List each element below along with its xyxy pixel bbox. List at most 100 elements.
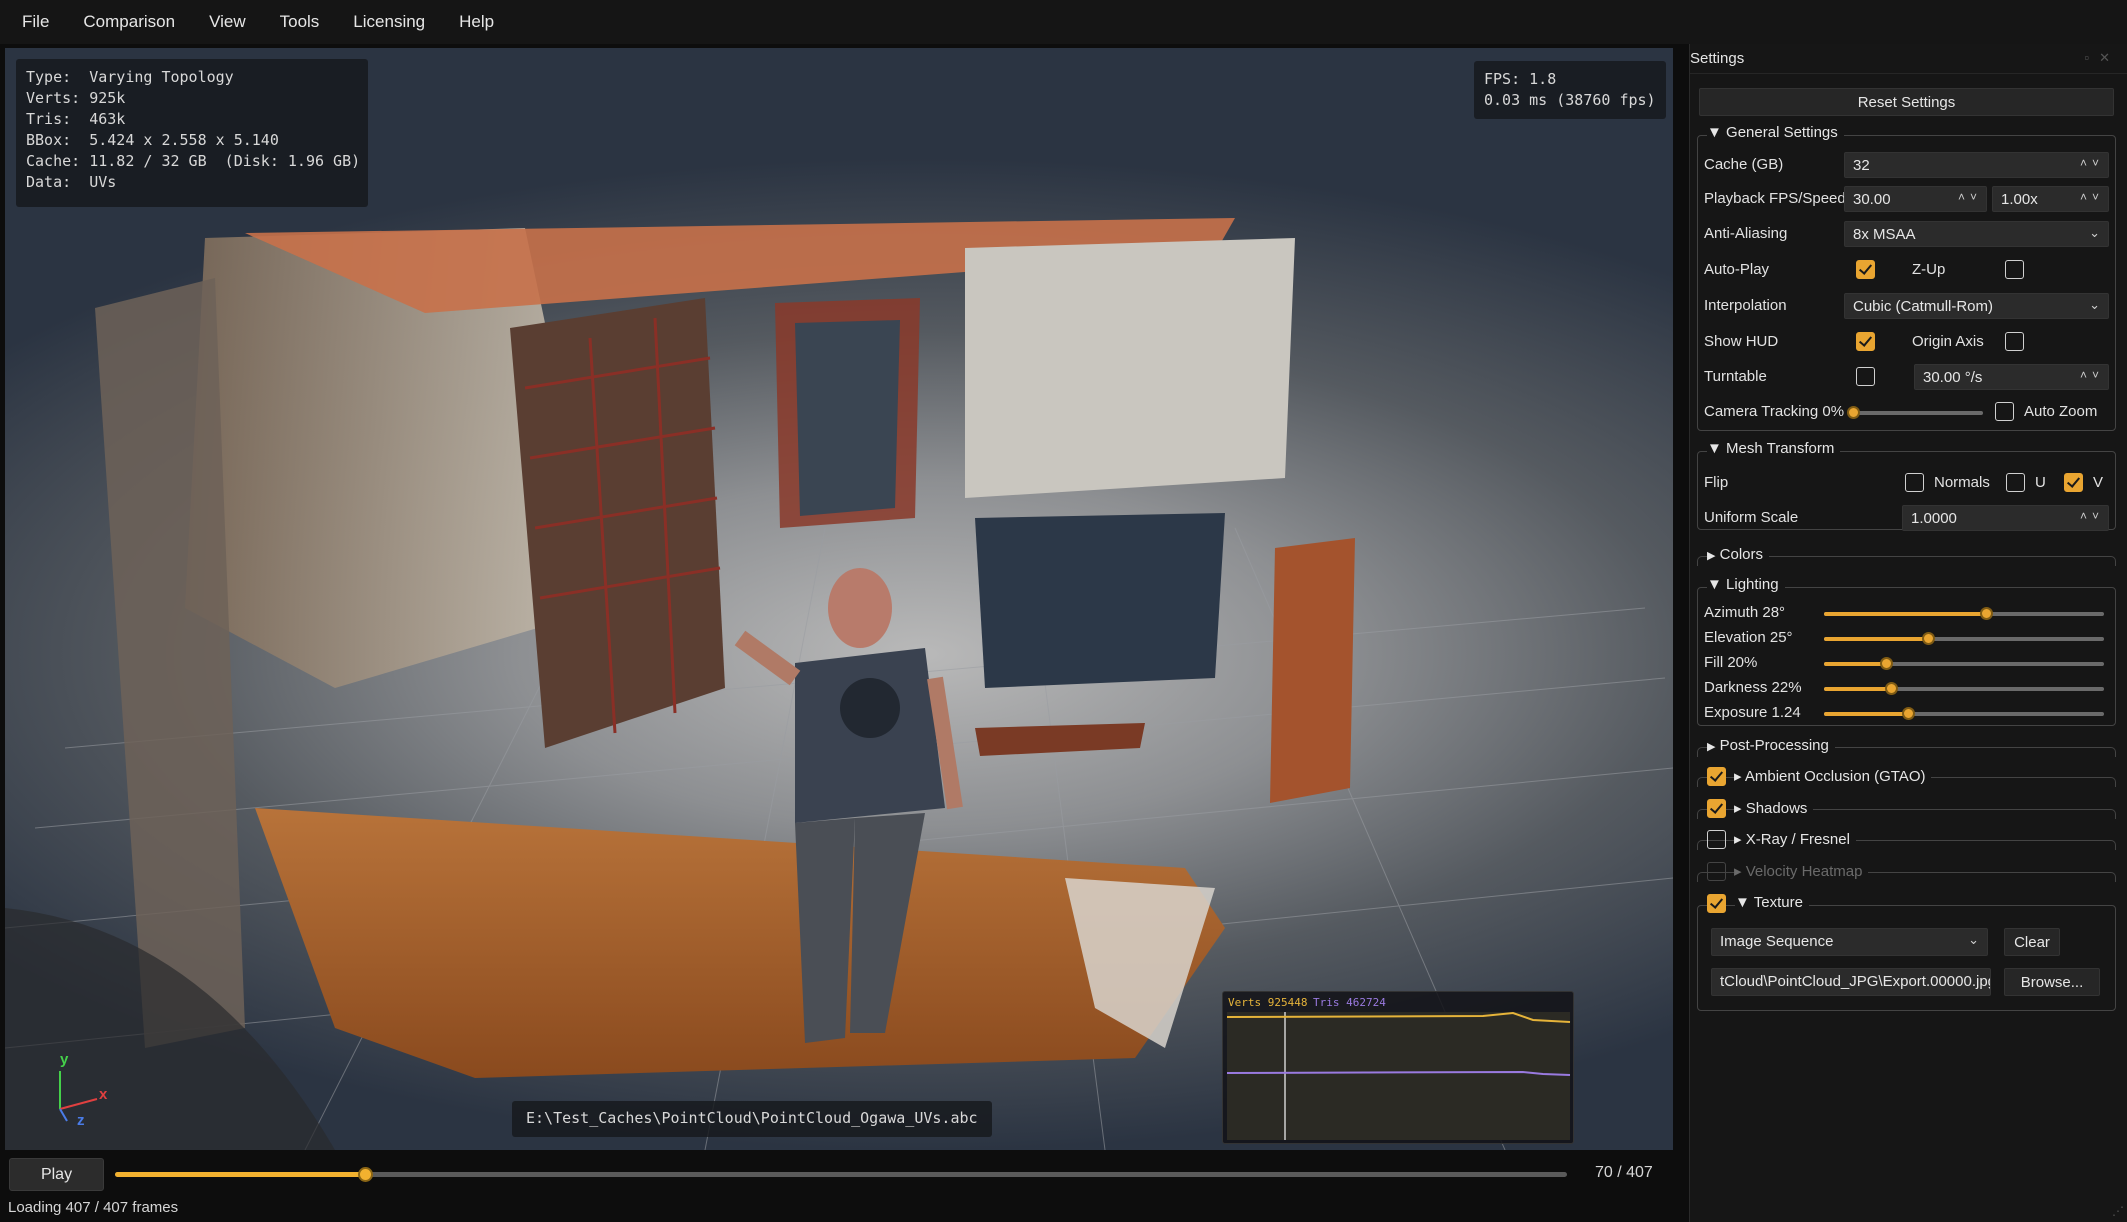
expand-arrow-icon: ▶ [1707,741,1716,753]
lighting-header[interactable]: ▼ Lighting [1707,576,1785,593]
post-item-header[interactable]: ▸ Velocity Heatmap [1734,861,1869,880]
slider-handle[interactable] [1902,707,1915,720]
timeline-handle[interactable] [357,1167,373,1182]
reset-settings-button[interactable]: Reset Settings [1699,88,2114,116]
fps-input[interactable]: 30.00 ˄˅ [1844,186,1987,212]
anti-aliasing-label: Anti-Aliasing [1704,225,1788,242]
resize-grip-icon[interactable]: ⋰ [2112,1204,2124,1218]
slider-fill [1824,712,1908,716]
menu-help[interactable]: Help [447,12,516,32]
flip-v-checkbox[interactable] [2064,473,2083,492]
stat-tris: Tris: 463k [26,110,126,128]
clear-texture-button[interactable]: Clear [2004,928,2060,956]
cache-input[interactable]: 32 ˄˅ [1844,152,2109,178]
spin-arrows-icon[interactable]: ˄˅ [2080,368,2104,382]
bookshelf [510,298,725,748]
stat-data: Data: UVs [26,173,117,191]
lighting-slider-label: Elevation 25° [1704,629,1793,646]
axis-gizmo: y x z [45,1051,125,1131]
lighting-slider[interactable] [1824,657,2104,670]
fps-hud: FPS: 1.8 0.03 ms (38760 fps) [1474,61,1666,119]
lighting-slider-label: Exposure 1.24 [1704,704,1801,721]
close-icon[interactable]: ✕ [2099,50,2120,65]
settings-title: Settings [1690,50,1745,67]
interpolation-select[interactable]: Cubic (Catmull-Rom) ⌄ [1844,293,2109,319]
lighting-slider[interactable] [1824,632,2104,645]
post-processing-header[interactable]: ▶ Post-Processing [1707,737,1835,754]
expand-arrow-icon: ▸ [1734,831,1746,848]
3d-viewport[interactable]: Type: Varying Topology Verts: 925k Tris: 4… [5,48,1673,1150]
collapse-arrow-icon: ▼ [1735,894,1750,911]
post-item-checkbox[interactable] [1707,861,1726,881]
lighting-slider[interactable] [1824,607,2104,620]
turntable-checkbox[interactable] [1856,367,1875,386]
post-item-header[interactable]: ▸ Ambient Occlusion (GTAO) [1734,767,1932,785]
auto-play-checkbox[interactable] [1856,260,1875,279]
camera-tracking-slider[interactable] [1847,406,1983,419]
play-button[interactable]: Play [9,1158,104,1191]
settings-panel: Settings ▫✕ Reset Settings ▼ General Set… [1689,44,2127,1222]
flip-u-checkbox[interactable] [2006,473,2025,492]
browse-button[interactable]: Browse... [2004,968,2100,996]
table [975,723,1145,756]
right-cabinet [1270,538,1355,803]
menu-comparison[interactable]: Comparison [71,12,197,32]
lighting-slider-label: Azimuth 28° [1704,604,1786,621]
expand-arrow-icon: ▸ [1734,799,1746,817]
stats-hud: Type: Varying Topology Verts: 925k Tris: 4… [16,59,368,207]
performance-graph: Verts 925448 Tris 462724 [1222,991,1574,1144]
texture-header[interactable]: ▼ Texture [1735,894,1809,911]
frame-counter: 70 / 407 [1595,1164,1653,1181]
normals-checkbox[interactable] [1905,473,1924,492]
dark-wall-section [975,513,1225,688]
turntable-speed-input[interactable]: 30.00 °/s ˄˅ [1914,364,2109,390]
lighting-slider[interactable] [1824,682,2104,695]
collapse-arrow-icon: ▼ [1707,576,1722,593]
slider-fill [1824,637,1928,641]
post-item-header[interactable]: ▸ Shadows [1734,798,1814,817]
post-item-checkbox[interactable] [1707,767,1726,786]
auto-play-label: Auto-Play [1704,261,1770,278]
status-text: Loading 407 / 407 frames [8,1199,179,1216]
collapse-arrow-icon: ▼ [1707,440,1722,457]
slider-handle[interactable] [1879,657,1893,670]
spin-arrows-icon[interactable]: ˄˅ [2080,156,2104,170]
post-item-checkbox[interactable] [1707,798,1726,818]
file-path-label: E:\Test_Caches\PointCloud\PointCloud_Oga… [512,1101,992,1137]
post-item-checkbox[interactable] [1707,830,1726,849]
colors-header[interactable]: ▶ Colors [1707,546,1769,563]
flip-v-label: V [2093,474,2104,491]
uniform-scale-input[interactable]: 1.0000 ˄˅ [1902,505,2109,531]
general-settings-header[interactable]: ▼ General Settings [1707,124,1844,141]
expand-arrow-icon: ▸ [1734,768,1745,785]
spin-arrows-icon[interactable]: ˄˅ [2080,509,2104,523]
show-hud-checkbox[interactable] [1856,332,1875,351]
spin-arrows-icon[interactable]: ˄˅ [1958,190,1982,204]
origin-axis-checkbox[interactable] [2005,332,2024,351]
axis-x-label: x [99,1086,108,1103]
texture-path-input[interactable]: tCloud\PointCloud_JPG\Export.00000.jpg [1711,968,1991,996]
menu-file[interactable]: File [10,12,71,32]
lighting-slider[interactable] [1824,707,2104,720]
menu-licensing[interactable]: Licensing [341,12,447,32]
z-up-checkbox[interactable] [2005,260,2024,279]
stat-cache: Cache: 11.82 / 32 GB (Disk: 1.96 GB) [26,152,361,170]
turntable-label: Turntable [1704,368,1767,385]
menu-tools[interactable]: Tools [268,12,342,32]
texture-checkbox[interactable] [1707,894,1726,913]
slider-handle[interactable] [1847,406,1860,419]
menu-view[interactable]: View [197,12,268,32]
post-item-header[interactable]: ▸ X-Ray / Fresnel [1734,830,1856,848]
slider-handle[interactable] [1921,632,1935,645]
origin-axis-label: Origin Axis [1912,333,1984,350]
speed-input[interactable]: 1.00x ˄˅ [1992,186,2109,212]
anti-aliasing-select[interactable]: 8x MSAA ⌄ [1844,221,2109,247]
timeline-scrubber[interactable] [115,1167,1567,1182]
texture-source-select[interactable]: Image Sequence ⌄ [1711,928,1988,956]
pin-icon[interactable]: ▫ [2084,50,2099,65]
mesh-transform-header[interactable]: ▼ Mesh Transform [1707,440,1841,457]
spin-arrows-icon[interactable]: ˄˅ [2080,190,2104,204]
auto-zoom-checkbox[interactable] [1995,402,2014,421]
frame-time: 0.03 ms (38760 fps) [1484,91,1656,109]
chevron-down-icon: ⌄ [2089,225,2100,240]
